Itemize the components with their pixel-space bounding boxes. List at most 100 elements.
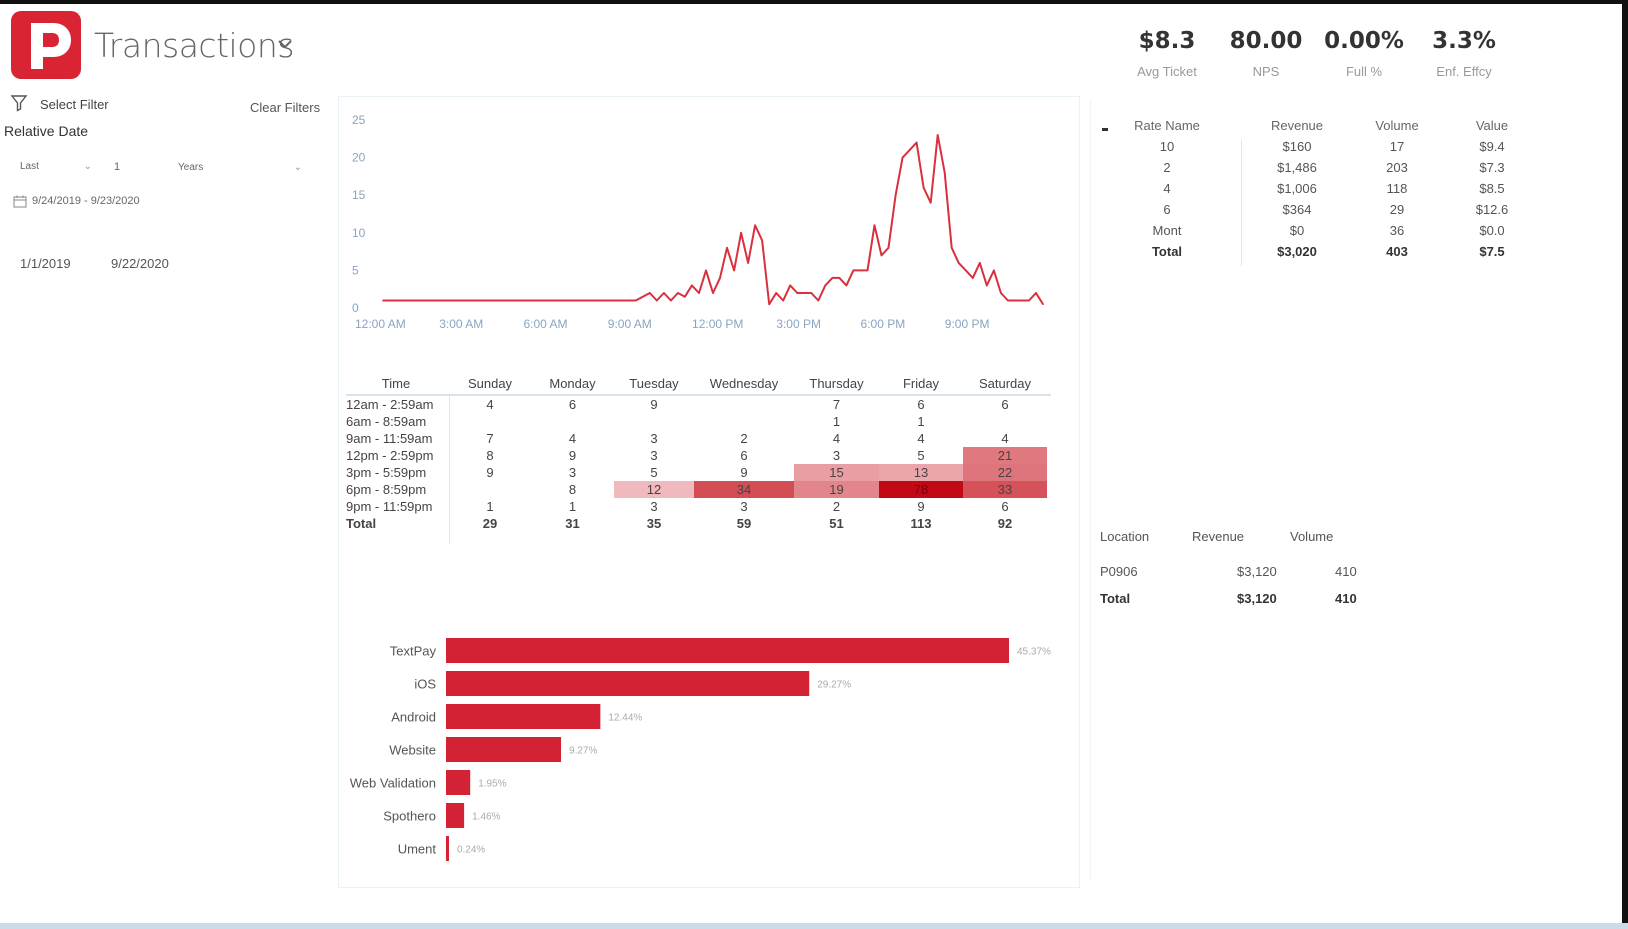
data-point[interactable] xyxy=(1000,292,1002,294)
data-point[interactable] xyxy=(620,299,623,302)
matrix-cell[interactable]: 78 xyxy=(879,481,963,498)
data-point[interactable] xyxy=(929,201,932,204)
chevron-down-icon[interactable] xyxy=(277,38,293,50)
filter-icon[interactable] xyxy=(10,94,28,112)
data-point[interactable] xyxy=(641,295,644,298)
data-point[interactable] xyxy=(915,141,918,144)
clear-filters-button[interactable]: Clear Filters xyxy=(250,100,320,115)
data-point[interactable] xyxy=(1042,303,1044,306)
column-header[interactable]: Revenue xyxy=(1252,118,1342,133)
channel-bar-chart[interactable]: TextPay 45.37% iOS 29.27% Android 12.44% Websi… xyxy=(338,630,1078,870)
matrix-cell[interactable]: 6 xyxy=(879,396,963,413)
data-point[interactable] xyxy=(887,247,890,249)
column-header[interactable]: Saturday xyxy=(963,376,1047,391)
data-point[interactable] xyxy=(691,284,693,287)
matrix-cell[interactable]: 1 xyxy=(531,498,614,515)
column-header[interactable]: Wednesday xyxy=(694,376,794,391)
matrix-cell[interactable]: 9 xyxy=(694,464,794,481)
column-header[interactable]: Value xyxy=(1442,118,1542,133)
select-filter-label[interactable]: Select Filter xyxy=(40,97,109,112)
matrix-cell[interactable]: 2 xyxy=(694,430,794,447)
data-point[interactable] xyxy=(873,224,876,227)
data-point[interactable] xyxy=(796,292,799,294)
matrix-cell[interactable]: 1 xyxy=(449,498,531,515)
data-point[interactable] xyxy=(761,239,763,242)
data-point[interactable] xyxy=(733,269,735,272)
relative-date-mode-select[interactable]: Last ⌄ xyxy=(20,161,92,172)
matrix-cell[interactable]: 6 xyxy=(963,498,1047,515)
data-point[interactable] xyxy=(866,269,869,272)
start-date-input[interactable]: 1/1/2019 xyxy=(20,256,71,271)
data-point[interactable] xyxy=(803,292,806,294)
data-point[interactable] xyxy=(578,299,581,302)
bar[interactable] xyxy=(446,803,465,828)
matrix-cell[interactable]: 19 xyxy=(794,481,879,498)
hourly-transactions-line-chart[interactable]: 0 5 10 15 20 25 12:00 AM 3:00 AM 6:00 AM 9:00 AM 1… xyxy=(338,105,1078,345)
matrix-cell[interactable]: 3 xyxy=(694,498,794,515)
matrix-cell[interactable]: 22 xyxy=(963,464,1047,481)
data-point[interactable] xyxy=(986,284,988,287)
matrix-cell[interactable]: 8 xyxy=(531,481,614,498)
end-date-input[interactable]: 9/22/2020 xyxy=(111,256,169,271)
matrix-cell[interactable]: 34 xyxy=(694,481,794,498)
data-point[interactable] xyxy=(410,299,412,302)
data-point[interactable] xyxy=(908,149,911,151)
data-point[interactable] xyxy=(1021,299,1023,302)
matrix-cell[interactable]: 7 xyxy=(449,430,531,447)
matrix-cell[interactable]: 6 xyxy=(531,396,614,413)
data-point[interactable] xyxy=(859,269,862,272)
column-header[interactable]: Volume xyxy=(1342,118,1452,133)
matrix-cell[interactable]: 3 xyxy=(614,498,694,515)
matrix-cell[interactable]: 9 xyxy=(879,498,963,515)
relative-date-count-input[interactable]: 1 xyxy=(114,161,120,173)
matrix-cell[interactable]: 21 xyxy=(963,447,1047,464)
data-point[interactable] xyxy=(698,292,700,294)
data-point[interactable] xyxy=(1007,299,1009,302)
data-point[interactable] xyxy=(719,277,721,279)
matrix-cell[interactable] xyxy=(449,413,531,430)
data-point[interactable] xyxy=(684,295,686,298)
data-point[interactable] xyxy=(740,232,742,234)
data-point[interactable] xyxy=(649,292,651,294)
matrix-cell[interactable]: 4 xyxy=(449,396,531,413)
bar[interactable] xyxy=(446,836,449,861)
matrix-cell[interactable] xyxy=(531,413,614,430)
column-header[interactable]: Rate Name xyxy=(1112,118,1222,133)
matrix-cell[interactable] xyxy=(694,413,794,430)
matrix-cell[interactable]: 6 xyxy=(963,396,1047,413)
data-point[interactable] xyxy=(712,292,714,294)
matrix-cell[interactable] xyxy=(614,413,694,430)
data-point[interactable] xyxy=(943,171,946,174)
data-point[interactable] xyxy=(993,269,995,272)
matrix-cell[interactable]: 13 xyxy=(879,464,963,481)
matrix-cell[interactable]: 9 xyxy=(614,396,694,413)
data-point[interactable] xyxy=(550,299,553,302)
data-point[interactable] xyxy=(438,299,440,302)
data-point[interactable] xyxy=(824,284,827,287)
data-point[interactable] xyxy=(957,262,960,264)
data-point[interactable] xyxy=(971,277,974,279)
data-point[interactable] xyxy=(922,186,925,189)
data-point[interactable] xyxy=(845,284,848,287)
data-point[interactable] xyxy=(979,262,981,264)
data-point[interactable] xyxy=(936,134,939,136)
matrix-cell[interactable]: 4 xyxy=(794,430,879,447)
matrix-cell[interactable]: 7 xyxy=(794,396,879,413)
series-line[interactable] xyxy=(383,134,1044,306)
data-point[interactable] xyxy=(817,299,820,302)
data-point[interactable] xyxy=(880,254,883,257)
matrix-cell[interactable]: 3 xyxy=(614,430,694,447)
matrix-cell[interactable]: 4 xyxy=(531,430,614,447)
matrix-cell[interactable]: 9 xyxy=(449,464,531,481)
data-point[interactable] xyxy=(852,269,855,272)
bar[interactable] xyxy=(446,671,810,696)
bar[interactable] xyxy=(446,638,1009,663)
bar[interactable] xyxy=(446,737,562,762)
matrix-cell[interactable]: 3 xyxy=(614,447,694,464)
data-point[interactable] xyxy=(466,299,469,302)
data-point[interactable] xyxy=(677,292,679,294)
matrix-cell[interactable] xyxy=(694,396,794,413)
matrix-cell[interactable]: 12 xyxy=(614,481,694,498)
matrix-cell[interactable]: 5 xyxy=(879,447,963,464)
matrix-cell[interactable]: 1 xyxy=(879,413,963,430)
